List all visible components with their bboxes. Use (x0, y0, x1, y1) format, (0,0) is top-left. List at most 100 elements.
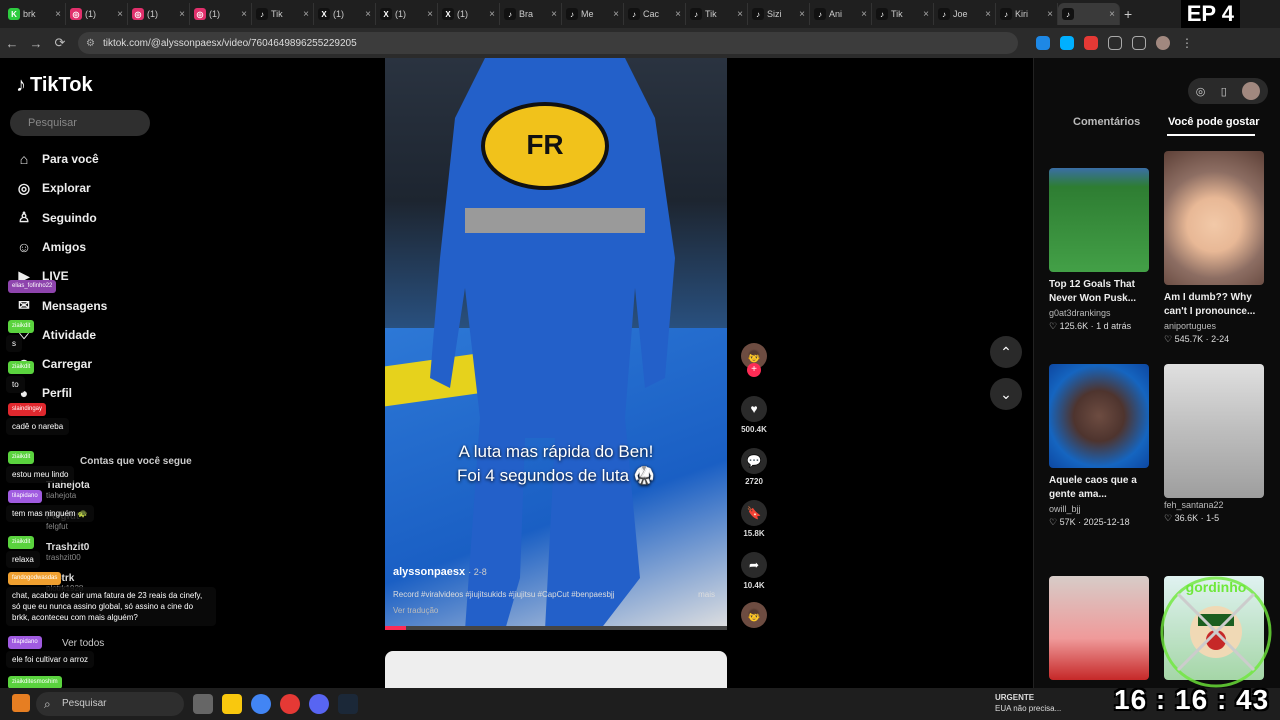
tab-close-icon[interactable]: × (985, 9, 991, 20)
browser-tab[interactable]: ♪ Ani × (810, 3, 872, 25)
video-progress-bar[interactable] (385, 626, 727, 630)
sidebar-item[interactable]: ⌂ Para você (16, 148, 99, 170)
tab-close-icon[interactable]: × (1047, 9, 1053, 20)
extension-icon[interactable] (1084, 36, 1098, 50)
new-tab-button[interactable]: + (1124, 6, 1132, 22)
tab-close-icon[interactable]: × (551, 9, 557, 20)
tab-close-icon[interactable]: × (1109, 9, 1115, 20)
like-action[interactable]: ♥ 500.4K (741, 396, 767, 434)
sidebar-item[interactable]: ✉ Mensagens (16, 295, 107, 317)
compass-icon[interactable]: ◎ (1196, 85, 1206, 98)
profile-avatar-icon[interactable] (1156, 36, 1170, 50)
extensions-puzzle-icon[interactable] (1108, 36, 1122, 50)
recommended-video-card[interactable]: feh_santana22 ♡ 36.6K · 1-5 (1164, 364, 1264, 524)
card-author[interactable]: g0at3drankings (1049, 308, 1149, 318)
next-video-preview[interactable] (385, 651, 727, 691)
tab-close-icon[interactable]: × (613, 9, 619, 20)
tab-close-icon[interactable]: × (923, 9, 929, 20)
tab-close-icon[interactable]: × (427, 9, 433, 20)
browser-tab[interactable]: ♪ Kiri × (996, 3, 1058, 25)
browser-tab[interactable]: Kbrk × (4, 3, 66, 25)
more-options-icon[interactable]: ⋮ (1180, 36, 1194, 50)
tab-close-icon[interactable]: × (117, 9, 123, 20)
taskbar-search[interactable]: ⌕ Pesquisar (36, 692, 184, 716)
video-thumbnail[interactable] (1049, 364, 1149, 468)
menu-icon[interactable] (1132, 36, 1146, 50)
browser-tab[interactable]: ♪ Tik × (872, 3, 934, 25)
next-video-button[interactable]: ⌄ (990, 378, 1022, 410)
browser-tab[interactable]: ♪ Joe × (934, 3, 996, 25)
start-icon[interactable] (12, 694, 30, 712)
share-icon[interactable]: ➦ (741, 552, 767, 578)
extension-icon[interactable] (1060, 36, 1074, 50)
video-thumbnail[interactable] (1049, 576, 1149, 680)
comment-icon[interactable]: 💬 (741, 448, 767, 474)
video-author[interactable]: alyssonpaesx · 2-8 (393, 566, 487, 578)
share-action[interactable]: ➦ 10.4K (741, 552, 767, 590)
steam-icon[interactable] (338, 694, 358, 714)
tab-close-icon[interactable]: × (861, 9, 867, 20)
recommended-video-card[interactable]: Am I dumb?? Why can't I pronounce... anip… (1164, 151, 1264, 345)
tab-close-icon[interactable]: × (179, 9, 185, 20)
tab-comments[interactable]: Comentários (1073, 116, 1140, 128)
recommended-video-card[interactable]: Aquele caos que a gente ama... owill_bjj ♡… (1049, 364, 1149, 528)
tab-close-icon[interactable]: × (241, 9, 247, 20)
browser-tab[interactable]: ◎ (1) × (190, 3, 252, 25)
sidebar-item[interactable]: ♙ Seguindo (16, 207, 97, 229)
card-author[interactable]: feh_santana22 (1164, 500, 1264, 510)
browser-tab[interactable]: ♪ Me × (562, 3, 624, 25)
back-icon[interactable]: ← (0, 36, 24, 51)
site-info-icon[interactable]: ⚙ (86, 38, 95, 49)
tab-close-icon[interactable]: × (303, 9, 309, 20)
video-author-name[interactable]: alyssonpaesx (393, 566, 465, 578)
recommended-video-card[interactable] (1049, 576, 1149, 680)
reload-icon[interactable]: ⟳ (48, 35, 72, 51)
tab-close-icon[interactable]: × (737, 9, 743, 20)
following-account[interactable]: Tiahejota tiahejota (46, 480, 90, 500)
video-player[interactable]: FR A luta mas rápida do Ben! Foi 4 segun… (385, 58, 727, 630)
sidebar-item[interactable]: ☺ Amigos (16, 236, 86, 258)
address-bar[interactable]: ⚙ tiktok.com/@alyssonpaesx/video/7604649… (78, 32, 1018, 54)
recommended-video-card[interactable]: Top 12 Goals That Never Won Pusk... g0at3… (1049, 168, 1149, 332)
video-translate-link[interactable]: Ver tradução (393, 606, 438, 615)
see-all-link[interactable]: Ver todos (62, 638, 104, 649)
save-action[interactable]: 🔖 15.8K (741, 500, 767, 538)
news-widget[interactable]: URGENTE EUA não precisa... (995, 692, 1061, 714)
card-author[interactable]: owill_bjj (1049, 504, 1149, 514)
card-title[interactable]: Aquele caos que a gente ama... (1049, 474, 1149, 502)
creator-avatar[interactable]: 👦 + (741, 343, 767, 377)
device-icon[interactable]: ▯ (1221, 85, 1227, 98)
browser-tab[interactable]: ♪ Tik × (686, 3, 748, 25)
tab-close-icon[interactable]: × (55, 9, 61, 20)
browser-tab[interactable]: ♪ Tik × (252, 3, 314, 25)
browser-tab[interactable]: ♪ Cac × (624, 3, 686, 25)
heart-icon[interactable]: ♥ (741, 396, 767, 422)
user-avatar-icon[interactable] (1242, 82, 1261, 100)
chrome-icon[interactable] (251, 694, 271, 714)
search-input[interactable]: Pesquisar (10, 110, 150, 136)
file-explorer-icon[interactable] (222, 694, 242, 714)
tab-close-icon[interactable]: × (489, 9, 495, 20)
tab-close-icon[interactable]: × (365, 9, 371, 20)
card-title[interactable]: Am I dumb?? Why can't I pronounce... (1164, 291, 1264, 319)
card-title[interactable]: Top 12 Goals That Never Won Pusk... (1049, 278, 1149, 306)
browser-tab[interactable]: ♪ × (1058, 3, 1120, 25)
browser-tab[interactable]: ♪ Bra × (500, 3, 562, 25)
bookmark-icon[interactable]: 🔖 (741, 500, 767, 526)
browser-tab[interactable]: X (1) × (438, 3, 500, 25)
sidebar-item[interactable]: ◎ Explorar (16, 177, 91, 199)
tab-close-icon[interactable]: × (799, 9, 805, 20)
extension-icon[interactable] (1036, 36, 1050, 50)
browser-tab[interactable]: ◎ (1) × (128, 3, 190, 25)
card-author[interactable]: aniportugues (1164, 321, 1264, 331)
task-view-icon[interactable] (193, 694, 213, 714)
tab-close-icon[interactable]: × (675, 9, 681, 20)
video-thumbnail[interactable] (1164, 364, 1264, 498)
following-account[interactable]: Trashzit0 trashzit00 (46, 542, 89, 562)
video-thumbnail[interactable] (1049, 168, 1149, 272)
previous-video-button[interactable]: ⌃ (990, 336, 1022, 368)
video-more-link[interactable]: mais (698, 590, 715, 599)
app-icon[interactable] (280, 694, 300, 714)
discord-icon[interactable] (309, 694, 329, 714)
tiktok-logo[interactable]: ♪ TikTok (16, 74, 93, 97)
